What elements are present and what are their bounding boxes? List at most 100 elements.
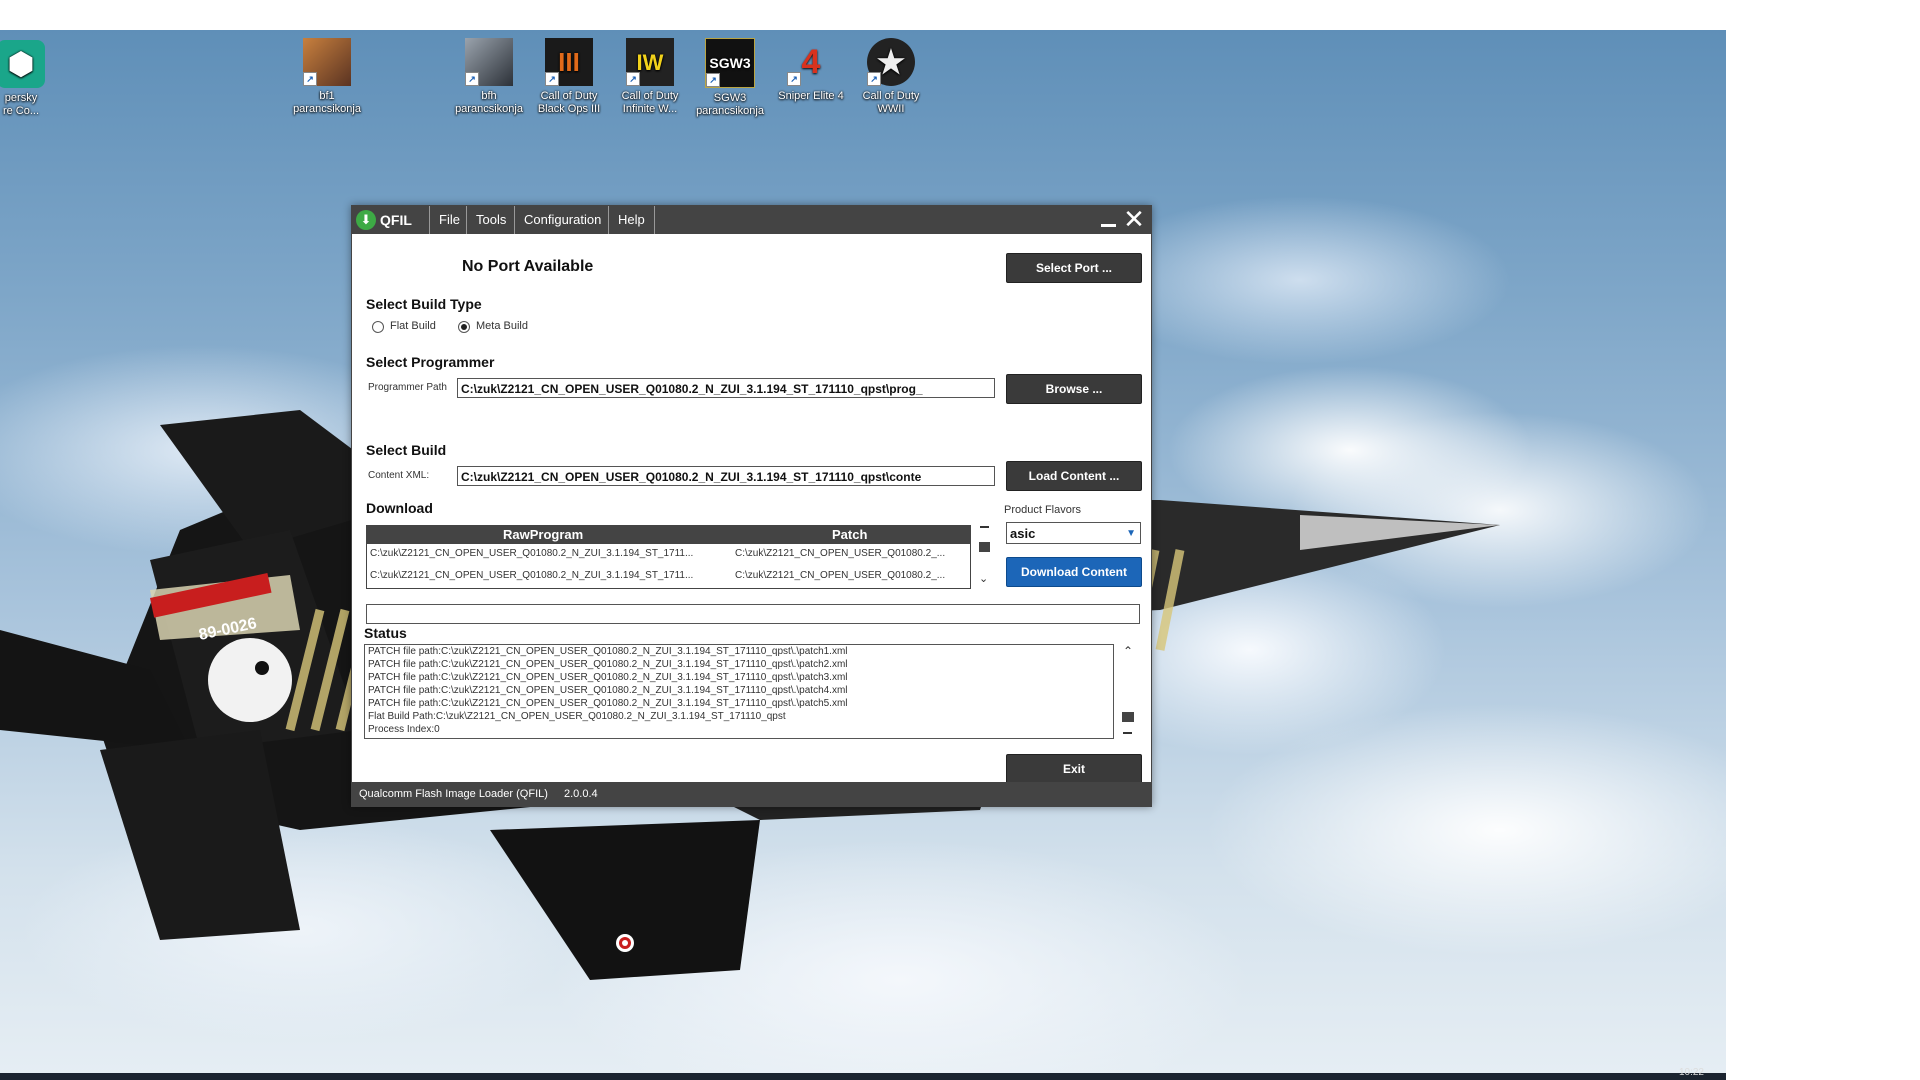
menu-configuration[interactable]: Configuration [514,206,610,234]
download-table-header: RawProgram Patch [367,526,970,544]
programmer-path-label: Programmer Path [368,382,447,393]
desktop-icon-sniper-elite[interactable]: 4 ↗ Sniper Elite 4 [768,38,854,103]
close-icon[interactable]: ✕ [1123,206,1145,232]
icon-glyph: III [558,46,580,77]
taskbar: 10:22 [0,1067,1726,1080]
status-scrollbar[interactable]: ⌃ [1121,644,1135,739]
qfil-window: ⬇ QFIL File Tools Configuration Help ✕ N… [351,205,1152,807]
desktop-icon-label: bfh parancsikonja [455,90,523,115]
chevron-up-icon[interactable]: ⌃ [1123,644,1133,658]
meta-build-label: Meta Build [476,320,528,332]
desktop-icon-kaspersky[interactable]: ⬢ persky re Co... [0,40,64,118]
desktop-icon-bfh[interactable]: ↗ bfh parancsikonja [446,38,532,116]
content-xml-field[interactable]: C:\zuk\Z2121_CN_OPEN_USER_Q01080.2_N_ZUI… [457,466,995,486]
rawprogram-cell: C:\zuk\Z2121_CN_OPEN_USER_Q01080.2_N_ZUI… [370,570,694,581]
status-line: Flat Build Path:C:\zuk\Z2121_CN_OPEN_USE… [368,711,786,722]
build-type-heading: Select Build Type [366,296,482,312]
desktop-icon-sgw3[interactable]: SGW3 ↗ SGW3 parancsikonja [687,38,773,118]
menu-file[interactable]: File [429,206,469,234]
download-heading: Download [366,500,433,516]
desktop-icon-label: Call of Duty Infinite W... [621,90,679,115]
download-table-scrollbar[interactable]: ⌄ [979,524,991,590]
programmer-path-field[interactable]: C:\zuk\Z2121_CN_OPEN_USER_Q01080.2_N_ZUI… [457,378,995,398]
status-line: PATCH file path:C:\zuk\Z2121_CN_OPEN_USE… [368,698,848,709]
patch-cell: C:\zuk\Z2121_CN_OPEN_USER_Q01080.2_... [735,548,946,559]
scroll-thumb[interactable] [1122,712,1134,722]
shortcut-arrow-icon: ↗ [867,72,881,86]
desktop-icon-label: Call of Duty Black Ops III [537,90,601,115]
icon-glyph: ★ [876,43,906,80]
status-line: PATCH file path:C:\zuk\Z2121_CN_OPEN_USE… [368,646,848,657]
flat-build-radio[interactable] [372,321,384,333]
scroll-thumb[interactable] [979,542,990,552]
select-build-heading: Select Build [366,442,447,458]
qfil-download-icon: ⬇ [356,210,376,230]
icon-glyph: 4 [801,42,821,81]
desktop-icon-cod-iw[interactable]: IW ↗ Call of Duty Infinite W... [607,38,693,116]
rawprogram-cell: C:\zuk\Z2121_CN_OPEN_USER_Q01080.2_N_ZUI… [370,548,694,559]
download-table: RawProgram Patch C:\zuk\Z2121_CN_OPEN_US… [366,525,971,589]
shortcut-arrow-icon: ↗ [787,72,801,86]
shortcut-arrow-icon: ↗ [545,72,559,86]
content-xml-label: Content XML: [368,470,430,481]
shortcut-arrow-icon: ↗ [465,72,479,86]
status-line: PATCH file path:C:\zuk\Z2121_CN_OPEN_USE… [368,685,848,696]
battlefield-hardline-icon: ↗ [465,38,513,86]
footer-version: 2.0.0.4 [564,788,598,800]
flat-build-label: Flat Build [390,320,436,332]
desktop-icon-label: Call of Duty WWII [862,90,920,115]
chevron-down-icon: ▼ [1126,528,1136,539]
shortcut-arrow-icon: ↗ [303,72,317,86]
desktop-icon-cod-wwii[interactable]: ★ ↗ Call of Duty WWII [848,38,934,116]
scroll-down-icon[interactable] [1123,732,1132,734]
menu-tools[interactable]: Tools [466,206,515,234]
status-line: PATCH file path:C:\zuk\Z2121_CN_OPEN_USE… [368,672,848,683]
load-content-button[interactable]: Load Content ... [1006,461,1142,491]
minimize-icon[interactable] [1100,212,1116,228]
status-log[interactable]: PATCH file path:C:\zuk\Z2121_CN_OPEN_USE… [364,644,1114,739]
shortcut-arrow-icon: ↗ [706,73,720,87]
column-patch: Patch [832,527,868,542]
status-footer: Qualcomm Flash Image Loader (QFIL) 2.0.0… [352,782,1151,806]
desktop-icon-label: SGW3 parancsikonja [696,92,764,117]
kaspersky-icon: ⬢ [0,40,45,88]
battlefield-1-icon: ↗ [303,38,351,86]
product-flavors-select[interactable]: asic ▼ [1006,522,1141,544]
chevron-down-icon[interactable]: ⌄ [979,572,988,585]
product-flavors-label: Product Flavors [1004,504,1082,516]
sniper-elite-4-icon: 4 ↗ [787,38,835,86]
table-row[interactable]: C:\zuk\Z2121_CN_OPEN_USER_Q01080.2_N_ZUI… [367,566,970,586]
desktop-icon-bf1[interactable]: ↗ bf1 parancsikonja [284,38,370,116]
footer-app-name: Qualcomm Flash Image Loader (QFIL) [359,788,548,800]
port-status: No Port Available [462,258,594,275]
sgw3-icon: SGW3 ↗ [705,38,755,88]
progress-bar [366,604,1140,624]
browse-button[interactable]: Browse ... [1006,374,1142,404]
desktop-icon-label: bf1 parancsikonja [293,90,361,115]
scroll-up-icon[interactable] [980,526,989,528]
menu-help[interactable]: Help [608,206,655,234]
programmer-heading: Select Programmer [366,354,495,370]
icon-glyph: SGW3 [709,54,751,71]
meta-build-radio[interactable] [458,321,470,333]
select-port-button[interactable]: Select Port ... [1006,253,1142,283]
infinite-warfare-icon: IW ↗ [626,38,674,86]
title-bar[interactable]: ⬇ QFIL File Tools Configuration Help ✕ [352,206,1151,234]
column-rawprogram: RawProgram [503,527,584,542]
download-content-button[interactable]: Download Content [1006,557,1142,587]
black-ops-3-icon: III ↗ [545,38,593,86]
status-line: Process Index:0 [368,724,440,735]
status-heading: Status [364,625,407,641]
desktop-icon-label: Sniper Elite 4 [778,90,844,102]
taskbar-clock[interactable]: 10:22 [1679,1067,1704,1078]
shortcut-arrow-icon: ↗ [626,72,640,86]
product-flavor-value: asic [1010,526,1036,541]
status-line: PATCH file path:C:\zuk\Z2121_CN_OPEN_USE… [368,659,848,670]
exit-button[interactable]: Exit [1006,754,1142,784]
icon-glyph: IW [636,49,664,75]
cod-wwii-star-icon: ★ ↗ [867,38,915,86]
table-row[interactable]: C:\zuk\Z2121_CN_OPEN_USER_Q01080.2_N_ZUI… [367,544,970,564]
patch-cell: C:\zuk\Z2121_CN_OPEN_USER_Q01080.2_... [735,570,946,581]
desktop-icon-cod-bo3[interactable]: III ↗ Call of Duty Black Ops III [526,38,612,116]
desktop-icon-label: persky re Co... [2,92,40,117]
